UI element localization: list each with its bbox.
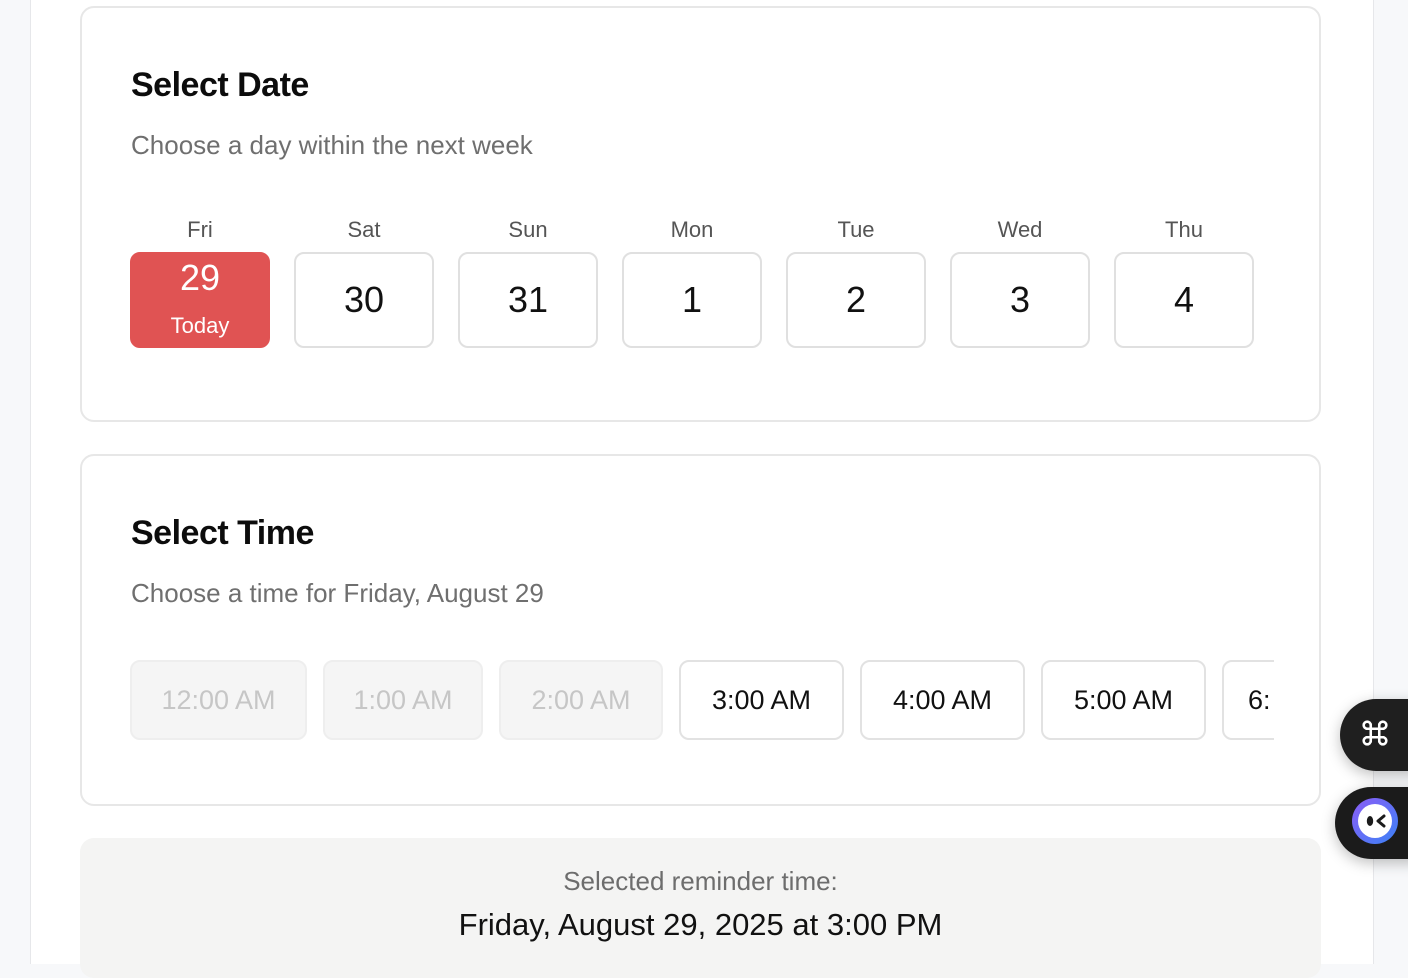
day-option-wed[interactable]: Wed 3 xyxy=(950,216,1090,348)
time-slot-disabled: 1:00 AM xyxy=(323,660,483,740)
select-time-title: Select Time xyxy=(131,514,314,552)
summary-value: Friday, August 29, 2025 at 3:00 PM xyxy=(458,907,943,942)
select-date-title: Select Date xyxy=(131,66,309,104)
time-slot-scroller[interactable]: 12:00 AM 1:00 AM 2:00 AM 3:00 AM 4:00 AM… xyxy=(130,660,1274,744)
day-option-thu[interactable]: Thu 4 xyxy=(1114,216,1254,348)
day-number: 30 xyxy=(343,279,385,320)
time-slot[interactable]: 5:00 AM xyxy=(1041,660,1206,740)
day-number: 3 xyxy=(1009,279,1031,320)
today-label: Today xyxy=(170,313,230,338)
command-icon xyxy=(1358,716,1392,755)
day-of-week-label: Tue xyxy=(837,217,875,242)
day-button[interactable]: 1 xyxy=(622,252,762,348)
day-number: 31 xyxy=(507,279,549,320)
time-slot-disabled: 12:00 AM xyxy=(130,660,307,740)
day-option-tue[interactable]: Tue 2 xyxy=(786,216,926,348)
day-button[interactable]: 30 xyxy=(294,252,434,348)
day-option-sat[interactable]: Sat 30 xyxy=(294,216,434,348)
day-button[interactable]: 31 xyxy=(458,252,598,348)
time-slot-list: 12:00 AM 1:00 AM 2:00 AM 3:00 AM 4:00 AM… xyxy=(130,660,1274,740)
day-option-fri[interactable]: Fri 29 Today xyxy=(130,216,270,348)
day-picker: Fri 29 Today Sat 30 Sun 31 Mon 1 Tue 2 W… xyxy=(130,216,1254,348)
select-date-card: Select Date Choose a day within the next… xyxy=(80,6,1321,422)
time-slot[interactable]: 3:00 AM xyxy=(679,660,844,740)
day-of-week-label: Mon xyxy=(670,217,714,242)
day-of-week-label: Thu xyxy=(1165,217,1203,242)
day-number: 1 xyxy=(681,279,703,320)
time-slot-disabled: 2:00 AM xyxy=(499,660,663,740)
day-number: 2 xyxy=(845,279,867,320)
summary-label: Selected reminder time: xyxy=(563,866,838,896)
assistant-face-icon xyxy=(1351,797,1399,850)
day-button[interactable]: 4 xyxy=(1114,252,1254,348)
day-button-selected[interactable]: 29 Today xyxy=(130,252,270,348)
time-slot[interactable]: 4:00 AM xyxy=(860,660,1025,740)
day-of-week-label: Wed xyxy=(997,217,1043,242)
page-container: Select Date Choose a day within the next… xyxy=(30,0,1374,978)
selected-reminder-summary: Selected reminder time: Friday, August 2… xyxy=(80,838,1321,978)
day-option-mon[interactable]: Mon 1 xyxy=(622,216,762,348)
day-number: 29 xyxy=(179,257,221,298)
day-of-week-label: Fri xyxy=(187,217,213,242)
select-time-subtitle: Choose a time for Friday, August 29 xyxy=(131,578,544,608)
day-of-week-label: Sun xyxy=(508,217,548,242)
assistant-button[interactable] xyxy=(1335,787,1408,859)
select-date-subtitle: Choose a day within the next week xyxy=(131,130,533,160)
time-slot[interactable]: 6: xyxy=(1222,660,1274,740)
day-of-week-label: Sat xyxy=(347,217,381,242)
command-menu-button[interactable] xyxy=(1340,699,1408,771)
day-button[interactable]: 2 xyxy=(786,252,926,348)
day-number: 4 xyxy=(1173,279,1195,320)
day-option-sun[interactable]: Sun 31 xyxy=(458,216,598,348)
day-button[interactable]: 3 xyxy=(950,252,1090,348)
select-time-card: Select Time Choose a time for Friday, Au… xyxy=(80,454,1321,806)
